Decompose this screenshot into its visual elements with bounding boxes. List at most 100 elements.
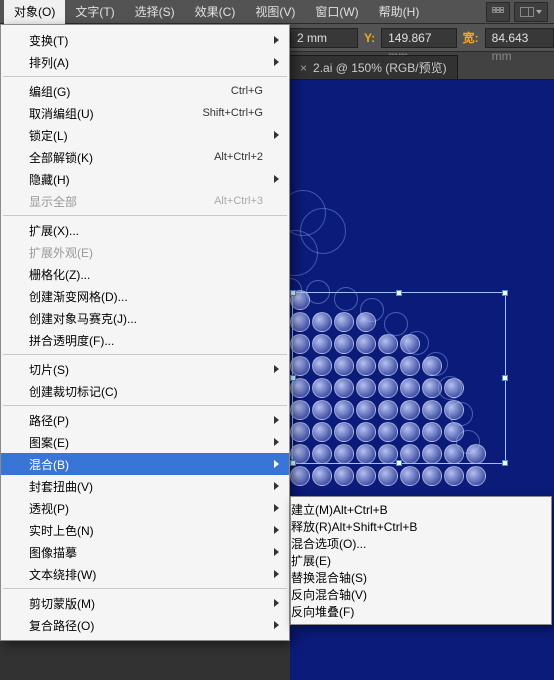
menu-view[interactable]: 视图(V) <box>245 0 305 24</box>
layout-toggle-button[interactable] <box>514 2 548 22</box>
menu-item[interactable]: 图像描摹 <box>1 541 289 563</box>
submenu-arrow-icon <box>274 58 279 66</box>
menu-item[interactable]: 全部解锁(K)Alt+Ctrl+2 <box>1 146 289 168</box>
menu-item[interactable]: 文本绕排(W) <box>1 563 289 585</box>
menu-item[interactable]: 隐藏(H) <box>1 168 289 190</box>
menu-text[interactable]: 文字(T) <box>65 0 124 24</box>
menu-separator <box>3 215 287 216</box>
menu-item[interactable]: 复合路径(O) <box>1 614 289 636</box>
menu-item-label: 取消编组(U) <box>29 105 202 122</box>
menu-item-label: 反向混合轴(V) <box>291 588 367 602</box>
menu-item-label: 变换(T) <box>29 32 263 49</box>
menu-item[interactable]: 编组(G)Ctrl+G <box>1 80 289 102</box>
menu-item[interactable]: 创建渐变网格(D)... <box>1 285 289 307</box>
menu-item-label: 切片(S) <box>29 361 263 378</box>
menu-item: 显示全部Alt+Ctrl+3 <box>1 190 289 212</box>
menu-item-label: 排列(A) <box>29 54 263 71</box>
menu-item-label: 剪切蒙版(M) <box>29 595 263 612</box>
menu-separator <box>3 76 287 77</box>
menu-window[interactable]: 窗口(W) <box>305 0 368 24</box>
y-field[interactable]: 149.867 mm <box>381 28 457 48</box>
menu-item-label: 创建渐变网格(D)... <box>29 288 263 305</box>
menu-item[interactable]: 取消编组(U)Shift+Ctrl+G <box>1 102 289 124</box>
submenu-arrow-icon <box>274 175 279 183</box>
submenu-arrow-icon <box>274 365 279 373</box>
x-field[interactable]: 2 mm <box>290 28 358 48</box>
menu-item[interactable]: 栅格化(Z)... <box>1 263 289 285</box>
menu-item-label: 混合选项(O)... <box>291 537 366 551</box>
menu-item-shortcut: Alt+Ctrl+3 <box>214 195 263 207</box>
menu-item-label: 建立(M) <box>291 503 333 517</box>
menu-item-label: 扩展(E) <box>291 554 331 568</box>
menu-item-label: 反向堆叠(F) <box>291 605 354 619</box>
menu-item[interactable]: 混合(B) <box>1 453 289 475</box>
selection-box[interactable] <box>292 292 506 464</box>
menu-effect[interactable]: 效果(C) <box>185 0 246 24</box>
menu-item-label: 隐藏(H) <box>29 171 263 188</box>
menu-item-shortcut: Shift+Ctrl+G <box>202 107 263 119</box>
menu-item[interactable]: 路径(P) <box>1 409 289 431</box>
object-dropdown-menu: 变换(T)排列(A)编组(G)Ctrl+G取消编组(U)Shift+Ctrl+G… <box>0 24 290 641</box>
menu-separator <box>3 588 287 589</box>
close-icon[interactable]: × <box>300 61 307 75</box>
menu-item-label: 混合(B) <box>29 456 263 473</box>
submenu-arrow-icon <box>274 504 279 512</box>
menu-item-shortcut: Alt+Shift+Ctrl+B <box>332 520 418 534</box>
submenu-arrow-icon <box>274 36 279 44</box>
blend-submenu: 建立(M)Alt+Ctrl+B释放(R)Alt+Shift+Ctrl+B混合选项… <box>290 496 552 625</box>
menu-item[interactable]: 反向堆叠(F) <box>291 603 551 620</box>
submenu-arrow-icon <box>274 438 279 446</box>
menu-item[interactable]: 混合选项(O)... <box>291 535 551 552</box>
menu-item-label: 显示全部 <box>29 193 214 210</box>
submenu-arrow-icon <box>274 526 279 534</box>
menu-item-label: 图案(E) <box>29 434 263 451</box>
menu-item[interactable]: 拼合透明度(F)... <box>1 329 289 351</box>
menu-item-label: 释放(R) <box>291 520 332 534</box>
menu-item-label: 替换混合轴(S) <box>291 571 367 585</box>
menu-item[interactable]: 建立(M)Alt+Ctrl+B <box>291 501 551 518</box>
menu-item-label: 路径(P) <box>29 412 263 429</box>
menu-item-label: 全部解锁(K) <box>29 149 214 166</box>
menu-item-label: 复合路径(O) <box>29 617 263 634</box>
menu-separator <box>3 354 287 355</box>
submenu-arrow-icon <box>274 548 279 556</box>
menu-item[interactable]: 排列(A) <box>1 51 289 73</box>
document-tab[interactable]: × 2.ai @ 150% (RGB/预览) <box>290 55 458 79</box>
submenu-arrow-icon <box>274 599 279 607</box>
menu-item[interactable]: 实时上色(N) <box>1 519 289 541</box>
menu-item-label: 拼合透明度(F)... <box>29 332 263 349</box>
menu-help[interactable]: 帮助(H) <box>369 0 430 24</box>
menubar: 对象(O) 文字(T) 选择(S) 效果(C) 视图(V) 窗口(W) 帮助(H… <box>0 0 554 24</box>
menu-select[interactable]: 选择(S) <box>125 0 185 24</box>
menu-item[interactable]: 图案(E) <box>1 431 289 453</box>
menu-item[interactable]: 剪切蒙版(M) <box>1 592 289 614</box>
menu-item[interactable]: 扩展(X)... <box>1 219 289 241</box>
submenu-arrow-icon <box>274 482 279 490</box>
submenu-arrow-icon <box>274 416 279 424</box>
menu-item[interactable]: 封套扭曲(V) <box>1 475 289 497</box>
menu-item[interactable]: 透视(P) <box>1 497 289 519</box>
submenu-arrow-icon <box>274 621 279 629</box>
submenu-arrow-icon <box>274 131 279 139</box>
menu-item[interactable]: 切片(S) <box>1 358 289 380</box>
menu-item[interactable]: 锁定(L) <box>1 124 289 146</box>
layout-icon <box>520 7 534 17</box>
menu-item-label: 实时上色(N) <box>29 522 263 539</box>
menu-item[interactable]: 扩展(E) <box>291 552 551 569</box>
submenu-arrow-icon <box>274 570 279 578</box>
menu-item-label: 创建裁切标记(C) <box>29 383 263 400</box>
menu-item[interactable]: 释放(R)Alt+Shift+Ctrl+B <box>291 518 551 535</box>
menu-item[interactable]: 创建裁切标记(C) <box>1 380 289 402</box>
menu-item: 替换混合轴(S) <box>291 569 551 586</box>
grid-toggle-button[interactable] <box>486 2 510 22</box>
menu-item[interactable]: 创建对象马赛克(J)... <box>1 307 289 329</box>
menu-item-label: 创建对象马赛克(J)... <box>29 310 263 327</box>
menu-item[interactable]: 反向混合轴(V) <box>291 586 551 603</box>
menu-item-shortcut: Alt+Ctrl+B <box>333 503 388 517</box>
w-field[interactable]: 84.643 mm <box>485 28 554 48</box>
dropdown-icon <box>536 10 542 14</box>
y-label: Y: <box>362 31 377 45</box>
menu-item-label: 文本绕排(W) <box>29 566 263 583</box>
menu-item[interactable]: 变换(T) <box>1 29 289 51</box>
menu-object[interactable]: 对象(O) <box>4 0 65 24</box>
